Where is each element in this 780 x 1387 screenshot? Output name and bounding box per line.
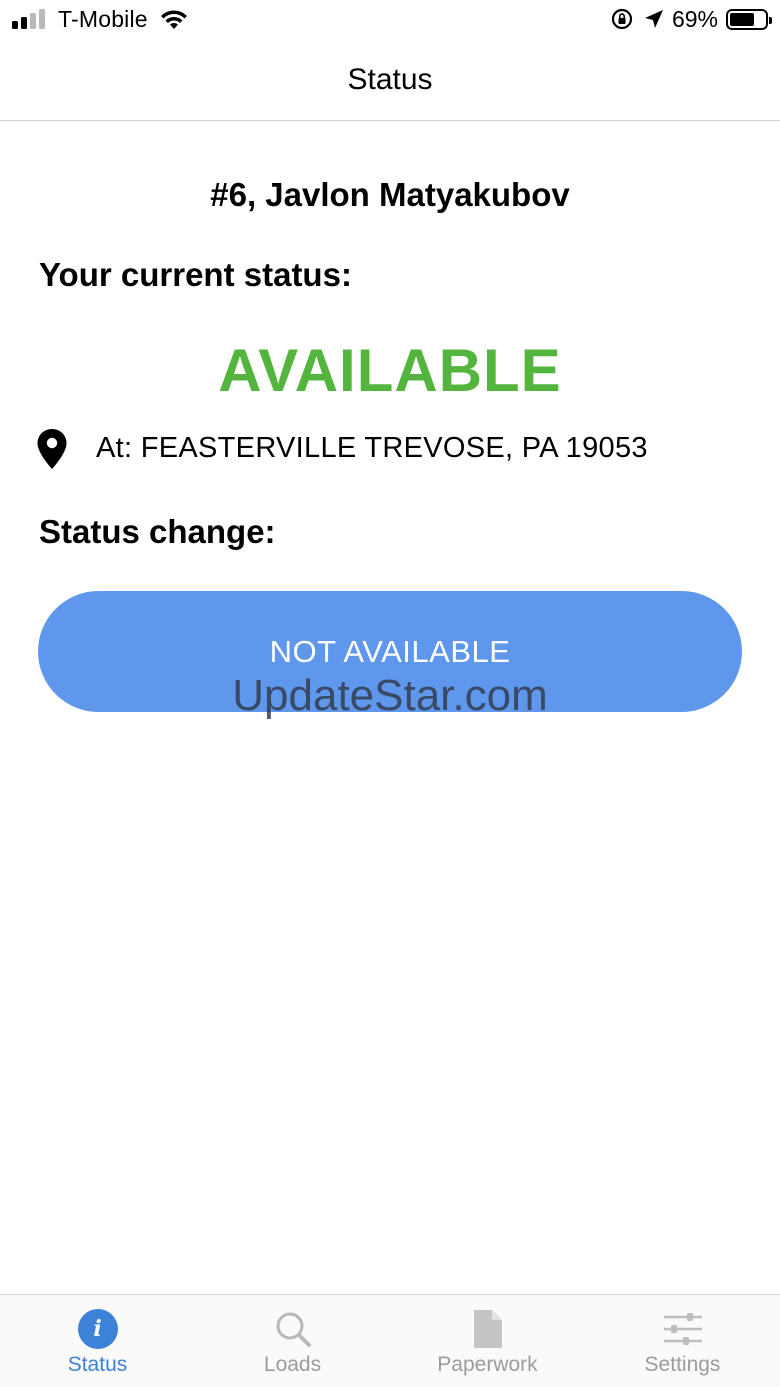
battery-icon — [726, 8, 772, 30]
tab-status[interactable]: i Status — [0, 1295, 195, 1387]
current-status-label: Your current status: — [39, 256, 352, 293]
wifi-icon — [160, 10, 187, 29]
current-location-text: At: FEASTERVILLE TREVOSE, PA 19053 — [96, 432, 648, 464]
location-services-icon — [644, 10, 663, 28]
tab-paperwork[interactable]: Paperwork — [390, 1295, 585, 1387]
document-icon — [473, 1310, 502, 1348]
carrier-name: T-Mobile — [58, 5, 148, 32]
tab-loads-label: Loads — [263, 1353, 322, 1376]
tab-bar: i Status Loads Paperwork Settings — [0, 1294, 780, 1387]
app-screen: T-Mobile 69% Status #6, Javlon Matyakubo… — [0, 0, 780, 1387]
status-bar-left: T-Mobile — [12, 4, 190, 34]
navigation-bar: Status — [0, 40, 780, 121]
watermark-text: UpdateStar.com — [232, 671, 548, 720]
sliders-icon — [663, 1313, 702, 1345]
search-icon — [276, 1312, 311, 1347]
ios-status-bar: T-Mobile 69% — [0, 0, 780, 40]
tab-settings-label: Settings — [644, 1353, 721, 1376]
status-change-label: Status change: — [39, 513, 276, 550]
current-status-value: AVAILABLE — [218, 337, 562, 404]
tab-status-label: Status — [67, 1353, 128, 1376]
status-bar-right: 69% — [610, 4, 772, 34]
tab-settings[interactable]: Settings — [585, 1295, 780, 1387]
tab-loads[interactable]: Loads — [195, 1295, 390, 1387]
page-title: Status — [347, 63, 433, 96]
tab-paperwork-label: Paperwork — [437, 1353, 538, 1376]
battery-percentage: 69% — [671, 5, 718, 32]
driver-name: #6, Javlon Matyakubov — [210, 176, 570, 213]
cellular-signal-icon — [12, 9, 48, 29]
orientation-lock-icon — [611, 8, 633, 30]
map-pin-icon — [37, 429, 67, 469]
info-icon: i — [77, 1309, 118, 1349]
